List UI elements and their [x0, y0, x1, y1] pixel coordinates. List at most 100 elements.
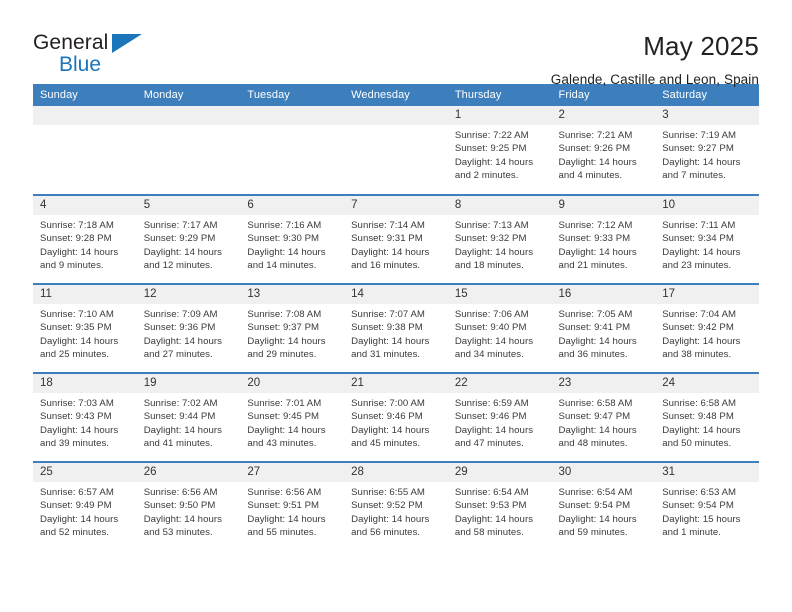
- calendar-day-cell[interactable]: 23 Sunrise: 6:58 AM Sunset: 9:47 PM Dayligh…: [551, 372, 656, 462]
- day-detail-line: Daylight: 15 hours: [662, 513, 741, 525]
- day-detail-line: Sunrise: 7:01 AM: [247, 398, 322, 409]
- calendar-day-cell[interactable]: 14 Sunrise: 7:07 AM Sunset: 9:38 PM Dayligh…: [344, 283, 448, 373]
- day-detail-line: Daylight: 14 hours: [558, 156, 637, 168]
- day-details: [137, 125, 241, 129]
- day-detail-line: Daylight: 14 hours: [40, 246, 119, 258]
- day-detail-line: and 2 minutes.: [454, 170, 519, 182]
- weekday-header-tuesday: Tuesday: [240, 84, 345, 106]
- day-detail-line: Sunset: 9:28 PM: [40, 233, 112, 245]
- calendar-day-cell[interactable]: 15 Sunrise: 7:06 AM Sunset: 9:40 PM Dayligh…: [447, 283, 552, 373]
- day-detail-line: and 48 minutes.: [558, 438, 628, 450]
- day-number: 18: [33, 374, 137, 393]
- calendar-table: Sunday Monday Tuesday Wednesday Thursday Frid…: [33, 84, 759, 551]
- calendar-day-cell[interactable]: 17 Sunrise: 7:04 AM Sunset: 9:42 PM Dayligh…: [655, 283, 759, 373]
- day-detail-line: and 21 minutes.: [558, 260, 628, 272]
- calendar-day-cell[interactable]: 30 Sunrise: 6:54 AM Sunset: 9:54 PM Dayligh…: [551, 461, 656, 551]
- day-detail-line: Sunrise: 7:05 AM: [558, 309, 633, 320]
- calendar-day-cell[interactable]: 13 Sunrise: 7:08 AM Sunset: 9:37 PM Dayligh…: [240, 283, 345, 373]
- calendar-day-cell[interactable]: 5 Sunrise: 7:17 AM Sunset: 9:29 PM Daylight…: [136, 194, 241, 284]
- day-detail-line: Sunrise: 6:59 AM: [454, 398, 529, 409]
- day-number: 12: [136, 285, 241, 304]
- calendar-day-cell[interactable]: 18 Sunrise: 7:03 AM Sunset: 9:43 PM Dayligh…: [33, 372, 137, 462]
- day-detail-line: Sunrise: 7:11 AM: [662, 220, 736, 231]
- calendar-day-cell[interactable]: 1 Sunrise: 7:22 AM Sunset: 9:25 PM Daylight…: [447, 106, 552, 195]
- page-header: General Blue May 2025 Galende, Castille …: [33, 0, 759, 87]
- day-detail-line: Daylight: 14 hours: [662, 156, 741, 168]
- calendar-day-cell[interactable]: 19 Sunrise: 7:02 AM Sunset: 9:44 PM Dayligh…: [136, 372, 241, 462]
- day-number: 30: [551, 463, 656, 482]
- calendar-day-cell[interactable]: 11 Sunrise: 7:10 AM Sunset: 9:35 PM Dayligh…: [33, 283, 137, 373]
- calendar-day-cell[interactable]: 24 Sunrise: 6:58 AM Sunset: 9:48 PM Dayligh…: [655, 372, 759, 462]
- calendar-day-cell[interactable]: 12 Sunrise: 7:09 AM Sunset: 9:36 PM Dayligh…: [136, 283, 241, 373]
- day-detail-line: and 29 minutes.: [247, 349, 317, 361]
- day-details: Sunrise: 7:02 AM Sunset: 9:44 PM Daylight:…: [137, 393, 241, 451]
- day-details: Sunrise: 7:07 AM Sunset: 9:38 PM Daylight:…: [344, 304, 448, 362]
- calendar-day-cell-empty: [136, 106, 241, 195]
- day-details: [344, 125, 448, 129]
- day-detail-line: Sunset: 9:37 PM: [247, 322, 320, 334]
- calendar-day-cell-empty: [33, 106, 137, 195]
- day-detail-line: Sunset: 9:54 PM: [662, 500, 734, 512]
- day-detail-line: Sunrise: 7:02 AM: [143, 398, 218, 409]
- day-detail-line: Daylight: 14 hours: [351, 246, 430, 258]
- day-detail-line: Daylight: 14 hours: [351, 335, 430, 347]
- day-detail-line: and 23 minutes.: [662, 260, 732, 272]
- page-subtitle: Galende, Castille and Leon, Spain: [550, 71, 759, 87]
- calendar-day-cell[interactable]: 28 Sunrise: 6:55 AM Sunset: 9:52 PM Dayligh…: [344, 461, 448, 551]
- page-title: May 2025: [643, 31, 759, 61]
- day-detail-line: Sunset: 9:54 PM: [558, 500, 631, 512]
- day-detail-line: and 47 minutes.: [454, 438, 524, 450]
- calendar-day-cell[interactable]: 27 Sunrise: 6:56 AM Sunset: 9:51 PM Dayligh…: [240, 461, 345, 551]
- day-detail-line: and 12 minutes.: [143, 260, 213, 272]
- calendar-day-cell[interactable]: 31 Sunrise: 6:53 AM Sunset: 9:54 PM Dayligh…: [655, 461, 759, 551]
- calendar-day-cell[interactable]: 26 Sunrise: 6:56 AM Sunset: 9:50 PM Dayligh…: [136, 461, 241, 551]
- day-number: 27: [240, 463, 345, 482]
- day-details: [240, 125, 344, 129]
- calendar-day-cell[interactable]: 7 Sunrise: 7:14 AM Sunset: 9:31 PM Daylight…: [344, 194, 448, 284]
- calendar-day-cell[interactable]: 16 Sunrise: 7:05 AM Sunset: 9:41 PM Dayligh…: [551, 283, 656, 373]
- weekday-header-friday: Friday: [551, 84, 656, 106]
- day-detail-line: and 41 minutes.: [143, 438, 213, 450]
- calendar-day-cell[interactable]: 20 Sunrise: 7:01 AM Sunset: 9:45 PM Dayligh…: [240, 372, 345, 462]
- day-detail-line: and 43 minutes.: [247, 438, 317, 450]
- calendar-day-cell[interactable]: 2 Sunrise: 7:21 AM Sunset: 9:26 PM Daylight…: [551, 106, 656, 195]
- calendar-day-cell[interactable]: 21 Sunrise: 7:00 AM Sunset: 9:46 PM Dayligh…: [344, 372, 448, 462]
- calendar-day-cell[interactable]: 22 Sunrise: 6:59 AM Sunset: 9:46 PM Dayligh…: [447, 372, 552, 462]
- calendar-day-cell[interactable]: 6 Sunrise: 7:16 AM Sunset: 9:30 PM Daylight…: [240, 194, 345, 284]
- calendar-day-cell[interactable]: 3 Sunrise: 7:19 AM Sunset: 9:27 PM Daylight…: [655, 106, 759, 195]
- day-details: Sunrise: 7:22 AM Sunset: 9:25 PM Daylight:…: [448, 125, 552, 183]
- day-details: [33, 125, 137, 129]
- day-number: [344, 106, 448, 125]
- day-detail-line: Daylight: 14 hours: [454, 513, 534, 525]
- calendar-week-row: 1 Sunrise: 7:22 AM Sunset: 9:25 PM Daylight…: [33, 106, 759, 195]
- day-detail-line: Sunrise: 6:54 AM: [454, 487, 529, 498]
- weekday-header-saturday: Saturday: [655, 84, 759, 106]
- day-details: Sunrise: 7:11 AM Sunset: 9:34 PM Daylight:…: [655, 215, 759, 273]
- day-number: 7: [344, 196, 448, 215]
- day-detail-line: Sunrise: 7:18 AM: [40, 220, 114, 231]
- day-detail-line: and 14 minutes.: [247, 260, 317, 272]
- calendar-day-cell[interactable]: 9 Sunrise: 7:12 AM Sunset: 9:33 PM Daylight…: [551, 194, 656, 284]
- day-detail-line: and 4 minutes.: [558, 170, 623, 182]
- day-detail-line: Sunset: 9:30 PM: [247, 233, 320, 245]
- day-details: Sunrise: 7:14 AM Sunset: 9:31 PM Daylight:…: [344, 215, 448, 273]
- brand-logo[interactable]: General Blue: [33, 32, 163, 80]
- day-detail-line: Sunrise: 7:14 AM: [351, 220, 425, 231]
- calendar-day-cell[interactable]: 29 Sunrise: 6:54 AM Sunset: 9:53 PM Dayligh…: [447, 461, 552, 551]
- day-number: 21: [344, 374, 448, 393]
- calendar-day-cell[interactable]: 25 Sunrise: 6:57 AM Sunset: 9:49 PM Dayligh…: [33, 461, 137, 551]
- day-detail-line: Daylight: 14 hours: [558, 424, 637, 436]
- day-detail-line: Sunrise: 7:10 AM: [40, 309, 114, 320]
- day-number: 1: [447, 106, 552, 125]
- day-detail-line: Sunset: 9:50 PM: [143, 500, 216, 512]
- day-detail-line: Sunrise: 7:22 AM: [454, 130, 529, 141]
- day-detail-line: Daylight: 14 hours: [143, 335, 222, 347]
- calendar-day-cell[interactable]: 10 Sunrise: 7:11 AM Sunset: 9:34 PM Dayligh…: [655, 194, 759, 284]
- day-detail-line: Sunrise: 7:08 AM: [247, 309, 322, 320]
- calendar-day-cell[interactable]: 8 Sunrise: 7:13 AM Sunset: 9:32 PM Daylight…: [447, 194, 552, 284]
- day-detail-line: Sunset: 9:44 PM: [143, 411, 216, 423]
- day-detail-line: and 38 minutes.: [662, 349, 732, 361]
- day-detail-line: Sunset: 9:40 PM: [454, 322, 527, 334]
- day-detail-line: and 25 minutes.: [40, 349, 110, 361]
- calendar-day-cell[interactable]: 4 Sunrise: 7:18 AM Sunset: 9:28 PM Daylight…: [33, 194, 137, 284]
